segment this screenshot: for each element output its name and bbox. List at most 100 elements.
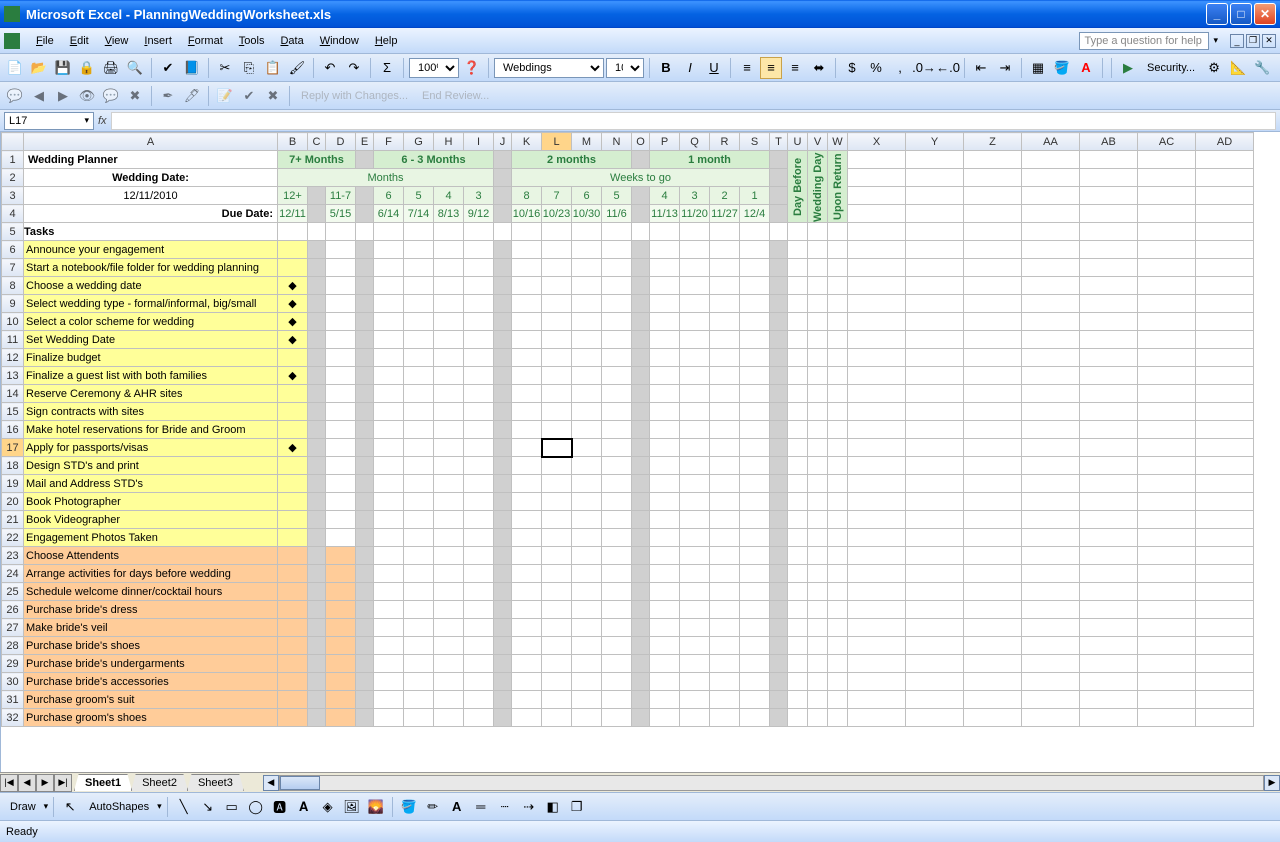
research-icon[interactable]: 📘 <box>181 57 203 79</box>
cell[interactable] <box>770 241 788 259</box>
cell[interactable] <box>1138 259 1196 277</box>
cell[interactable] <box>710 349 740 367</box>
cell[interactable] <box>788 691 808 709</box>
cell[interactable] <box>1022 619 1080 637</box>
cell[interactable]: 11/6 <box>602 205 632 223</box>
cell[interactable] <box>1022 349 1080 367</box>
cell[interactable] <box>632 691 650 709</box>
column-header-D[interactable]: D <box>326 133 356 151</box>
cell[interactable] <box>542 709 572 727</box>
end-review-button[interactable]: End Review... <box>416 90 495 102</box>
cell[interactable] <box>494 475 512 493</box>
cell[interactable] <box>1022 367 1080 385</box>
cell[interactable] <box>848 259 906 277</box>
cell[interactable] <box>1022 421 1080 439</box>
cell[interactable]: Purchase bride's accessories <box>24 673 278 691</box>
cell[interactable] <box>788 529 808 547</box>
cell[interactable] <box>828 277 848 295</box>
cell[interactable] <box>434 637 464 655</box>
cell[interactable] <box>308 313 326 331</box>
cell[interactable] <box>1022 169 1080 187</box>
cell[interactable] <box>1022 529 1080 547</box>
cell[interactable] <box>770 277 788 295</box>
cell[interactable] <box>572 277 602 295</box>
cell[interactable] <box>326 241 356 259</box>
cell[interactable] <box>404 385 434 403</box>
cell[interactable] <box>464 457 494 475</box>
cell[interactable] <box>326 277 356 295</box>
cell[interactable] <box>464 475 494 493</box>
cell[interactable] <box>434 493 464 511</box>
cell[interactable] <box>1196 691 1254 709</box>
cell[interactable]: Wedding Date: <box>24 169 278 187</box>
cell[interactable] <box>434 565 464 583</box>
cell[interactable] <box>828 313 848 331</box>
cell[interactable] <box>788 655 808 673</box>
cell[interactable] <box>1138 637 1196 655</box>
cell[interactable] <box>356 673 374 691</box>
cell[interactable] <box>964 583 1022 601</box>
row-header-2[interactable]: 2 <box>2 169 24 187</box>
row-header-18[interactable]: 18 <box>2 457 24 475</box>
menu-format[interactable]: Format <box>180 31 231 51</box>
cell[interactable] <box>278 349 308 367</box>
column-header-O[interactable]: O <box>632 133 650 151</box>
cell[interactable] <box>680 439 710 457</box>
cell[interactable] <box>464 691 494 709</box>
cell[interactable] <box>1080 493 1138 511</box>
cell[interactable] <box>680 259 710 277</box>
cell[interactable] <box>494 439 512 457</box>
cell[interactable] <box>808 565 828 583</box>
cell[interactable] <box>434 277 464 295</box>
cell[interactable] <box>848 439 906 457</box>
print-preview-icon[interactable]: 🔍 <box>124 57 146 79</box>
cell[interactable] <box>808 259 828 277</box>
cell[interactable]: 11/13 <box>650 205 680 223</box>
cell[interactable] <box>1138 583 1196 601</box>
cell[interactable] <box>740 619 770 637</box>
cell[interactable] <box>356 475 374 493</box>
cell[interactable] <box>1022 277 1080 295</box>
column-header-J[interactable]: J <box>494 133 512 151</box>
row-header-20[interactable]: 20 <box>2 493 24 511</box>
cell[interactable] <box>494 241 512 259</box>
cell[interactable] <box>788 619 808 637</box>
cell[interactable] <box>326 529 356 547</box>
cell[interactable] <box>434 583 464 601</box>
cell[interactable] <box>828 295 848 313</box>
save-icon[interactable]: 💾 <box>52 57 74 79</box>
cell[interactable] <box>770 655 788 673</box>
cell[interactable] <box>404 277 434 295</box>
cell[interactable] <box>828 457 848 475</box>
cell[interactable] <box>964 457 1022 475</box>
column-header-I[interactable]: I <box>464 133 494 151</box>
cell[interactable] <box>278 457 308 475</box>
cell[interactable] <box>788 241 808 259</box>
vba-icon[interactable]: ⚙ <box>1203 57 1225 79</box>
row-header-6[interactable]: 6 <box>2 241 24 259</box>
cell[interactable] <box>404 313 434 331</box>
cell[interactable] <box>808 529 828 547</box>
cell[interactable] <box>512 529 542 547</box>
cell[interactable] <box>278 511 308 529</box>
last-sheet-button[interactable]: ▶| <box>54 774 72 792</box>
cell[interactable] <box>680 457 710 475</box>
cell[interactable] <box>808 439 828 457</box>
cell[interactable] <box>650 349 680 367</box>
new-icon[interactable]: 📄 <box>4 57 26 79</box>
font-color-draw-icon[interactable]: A <box>446 796 468 818</box>
doc-restore-button[interactable]: ❐ <box>1246 34 1260 48</box>
cell[interactable] <box>326 349 356 367</box>
cell[interactable] <box>1196 169 1254 187</box>
cell[interactable] <box>680 493 710 511</box>
show-ink-icon[interactable]: 🖊 <box>181 85 203 107</box>
cell[interactable] <box>464 313 494 331</box>
cell[interactable] <box>650 601 680 619</box>
cell[interactable] <box>1138 691 1196 709</box>
cell[interactable] <box>374 385 404 403</box>
cell[interactable]: Tasks <box>24 223 278 241</box>
cell[interactable] <box>964 367 1022 385</box>
cell[interactable] <box>788 259 808 277</box>
cell[interactable] <box>828 601 848 619</box>
row-header-31[interactable]: 31 <box>2 691 24 709</box>
